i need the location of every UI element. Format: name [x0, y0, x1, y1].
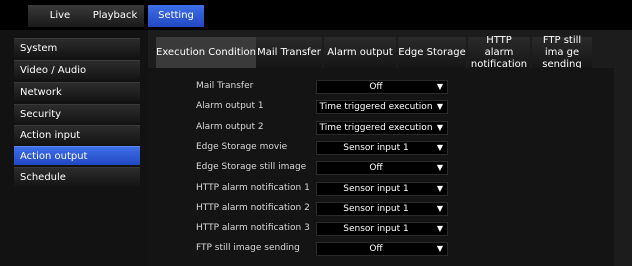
- sidebar-item-video-audio[interactable]: Video / Audio: [14, 60, 140, 79]
- setting-label-edge-storage-still-image: Edge Storage still image: [196, 162, 307, 172]
- content-tab-row: Execution Condition Mail Transfer Alarm …: [148, 30, 632, 70]
- select-value: Off: [369, 82, 383, 92]
- dropdown-arrow-icon: ▼: [436, 82, 443, 91]
- select-value: Sensor input 1: [343, 204, 409, 214]
- tab-ftp-still-image-sending[interactable]: FTP still ima ge sending: [532, 35, 592, 70]
- setting-label-alarm-output-2: Alarm output 2: [196, 122, 264, 132]
- select-edge-storage-still-image[interactable]: Off ▼: [316, 161, 448, 175]
- select-value: Off: [369, 163, 383, 173]
- setting-label-ftp-still-image-sending: FTP still image sending: [196, 243, 300, 253]
- tab-playback[interactable]: Playback: [86, 5, 144, 27]
- select-value: Sensor input 1: [343, 184, 409, 194]
- dropdown-arrow-icon: ▼: [436, 224, 443, 233]
- dropdown-arrow-icon: ▼: [436, 184, 443, 193]
- dropdown-arrow-icon: ▼: [436, 123, 443, 132]
- tab-edge-storage[interactable]: Edge Storage: [398, 37, 466, 68]
- sidebar-item-system[interactable]: System: [14, 38, 140, 57]
- select-mail-transfer[interactable]: Off ▼: [316, 80, 448, 94]
- select-http-alarm-notification-2[interactable]: Sensor input 1 ▼: [316, 202, 448, 216]
- select-http-alarm-notification-1[interactable]: Sensor input 1 ▼: [316, 182, 448, 196]
- dropdown-arrow-icon: ▼: [436, 204, 443, 213]
- setting-label-http-alarm-notification-1: HTTP alarm notification 1: [196, 183, 310, 193]
- setting-label-alarm-output-1: Alarm output 1: [196, 101, 264, 111]
- sidebar-item-security[interactable]: Security: [14, 104, 140, 123]
- setting-label-http-alarm-notification-2: HTTP alarm notification 2: [196, 203, 310, 213]
- tab-setting[interactable]: Setting: [148, 5, 204, 27]
- select-value: Time triggered execution: [319, 123, 433, 133]
- sidebar: System Video / Audio Network Security Ac…: [0, 30, 148, 266]
- tab-mail-transfer[interactable]: Mail Transfer: [256, 37, 322, 68]
- select-edge-storage-movie[interactable]: Sensor input 1 ▼: [316, 141, 448, 155]
- select-value: Sensor input 1: [343, 143, 409, 153]
- setting-label-mail-transfer: Mail Transfer: [196, 81, 254, 91]
- tab-execution-condition[interactable]: Execution Condition: [156, 37, 256, 68]
- setting-label-http-alarm-notification-3: HTTP alarm notification 3: [196, 223, 310, 233]
- dropdown-arrow-icon: ▼: [436, 143, 443, 152]
- sidebar-item-action-input[interactable]: Action input: [14, 125, 140, 144]
- select-value: Time triggered execution: [319, 102, 433, 112]
- select-http-alarm-notification-3[interactable]: Sensor input 1 ▼: [316, 222, 448, 236]
- tab-live[interactable]: Live: [28, 5, 92, 27]
- dropdown-arrow-icon: ▼: [436, 163, 443, 172]
- select-alarm-output-1[interactable]: Time triggered execution ▼: [316, 100, 448, 114]
- sidebar-item-schedule[interactable]: Schedule: [14, 167, 140, 186]
- dropdown-arrow-icon: ▼: [436, 244, 443, 253]
- select-value: Off: [369, 244, 383, 254]
- scrollbar-track[interactable]: [614, 68, 632, 266]
- tab-http-alarm-notification[interactable]: HTTP alarm notification: [468, 35, 530, 70]
- setting-label-edge-storage-movie: Edge Storage movie: [196, 142, 288, 152]
- sidebar-item-network[interactable]: Network: [14, 82, 140, 101]
- tab-alarm-output[interactable]: Alarm output: [324, 37, 396, 68]
- sidebar-item-action-output[interactable]: Action output: [14, 146, 140, 165]
- select-alarm-output-2[interactable]: Time triggered execution ▼: [316, 121, 448, 135]
- dropdown-arrow-icon: ▼: [436, 102, 443, 111]
- select-value: Sensor input 1: [343, 224, 409, 234]
- select-ftp-still-image-sending[interactable]: Off ▼: [316, 242, 448, 256]
- top-nav-bar: Live Playback Setting: [0, 0, 632, 30]
